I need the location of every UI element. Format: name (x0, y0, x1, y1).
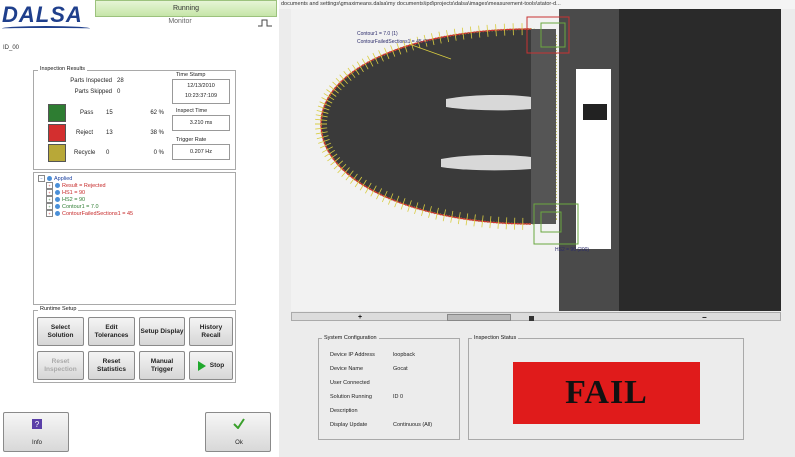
expand-icon[interactable]: + (46, 196, 53, 203)
display-update-value: Continuous (All) (393, 422, 433, 428)
node-icon (55, 211, 60, 216)
contour-label: Contour1 = 7.0 (1) (357, 31, 398, 37)
device-name-label: Device Name (330, 366, 364, 372)
info-label: Info (31, 440, 42, 446)
parts-skipped-label: Parts Skipped (74, 89, 112, 95)
play-icon (197, 360, 206, 371)
edit-tolerances-button[interactable]: Edit Tolerances (88, 317, 135, 346)
runtime-setup-title: Runtime Setup (38, 306, 79, 312)
inspect-time-label: Inspect Time (176, 108, 208, 114)
tree-item-contour-failed[interactable]: + ContourFailedSections1 = 45 (38, 210, 133, 217)
device-ip-value: loopback (393, 352, 416, 358)
description-value (393, 408, 458, 416)
recycle-swatch (48, 144, 66, 162)
recycle-percent: 0 % (153, 150, 164, 156)
tree-container: − Applied + Result = Rejected + HS1 = 90 + H… (38, 175, 133, 217)
tree-item-applied[interactable]: − Applied (38, 175, 133, 182)
node-icon (47, 176, 52, 181)
ok-label: Ok (235, 440, 243, 446)
time-stamp-time: 10:23:37:109 (184, 93, 218, 99)
results-tree[interactable]: − Applied + Result = Rejected + HS1 = 90 + H… (33, 172, 236, 305)
info-icon: ? (32, 419, 42, 429)
user-connected-label: User Connected (330, 380, 370, 386)
device-ip-label: Device IP Address (330, 352, 375, 358)
inspect-time-value: 3.210 ms (189, 120, 213, 126)
zoom-out-icon[interactable]: − (702, 313, 707, 322)
parts-inspected-value: 28 (117, 78, 124, 84)
parts-inspected-label: Parts Inspected (70, 78, 112, 84)
history-recall-button[interactable]: History Recall (189, 317, 233, 346)
image-scroll-bar[interactable] (291, 312, 781, 321)
ok-button[interactable]: Ok (205, 412, 271, 452)
trigger-rate-label: Trigger Rate (176, 137, 207, 143)
reject-label: Reject (76, 130, 94, 136)
contour-tick (503, 23, 506, 36)
display-update-label: Display Update (330, 422, 368, 428)
scroll-thumb[interactable] (447, 314, 511, 321)
node-icon (55, 190, 60, 195)
checkmark-icon (233, 418, 245, 429)
stop-label: Stop (209, 361, 225, 369)
trigger-rate-value: 0.207 Hz (189, 149, 212, 155)
pass-percent: 62 % (150, 110, 164, 116)
pass-count: 15 (106, 110, 113, 116)
tree-item-hs2[interactable]: + HS2 = 90 (38, 196, 133, 203)
hs2-label: HS2 = 90 (200) (555, 247, 589, 253)
pass-swatch (48, 104, 66, 122)
pulse-icon (258, 19, 272, 27)
reject-count: 13 (106, 130, 113, 136)
description-label: Description (330, 408, 358, 414)
system-configuration-title: System Configuration (322, 335, 379, 341)
contour-failed-label: ContourFailedSections1 = 45 (1) (357, 39, 429, 45)
select-solution-button[interactable]: Select Solution (37, 317, 84, 346)
stop-button[interactable]: Stop (189, 351, 233, 380)
fit-icon[interactable] (529, 316, 534, 321)
parts-skipped-value: 0 (117, 89, 121, 95)
recycle-label: Recycle (74, 150, 96, 156)
solution-id: ID_00 (3, 45, 20, 51)
inspection-image-view[interactable]: Contour1 = 7.0 (1) ContourFailedSections… (291, 9, 781, 311)
tree-item-label: ContourFailedSections1 = 45 (62, 210, 134, 217)
zoom-in-icon[interactable]: + (358, 314, 362, 321)
running-status-bar: Running (95, 0, 277, 17)
user-connected-value (393, 380, 458, 388)
reset-inspection-button[interactable]: Reset Inspection (37, 351, 84, 380)
info-button[interactable]: ? Info (3, 412, 69, 452)
manual-trigger-button[interactable]: Manual Trigger (139, 351, 185, 380)
inspection-results-title: Inspection Results (38, 66, 87, 72)
node-icon (55, 204, 60, 209)
solution-running-label: Solution Running (330, 394, 372, 400)
monitor-label: Monitor (168, 18, 192, 25)
time-stamp-label: Time Stamp (176, 72, 206, 78)
inspection-status-title: Inspection Status (472, 335, 519, 341)
svg-text:?: ? (35, 420, 40, 429)
reset-statistics-button[interactable]: Reset Statistics (88, 351, 135, 380)
inspection-image: Contour1 = 7.0 (1) ContourFailedSections… (291, 9, 781, 311)
tree-item-contour1[interactable]: + Contour1 = 7.0 (38, 203, 133, 210)
tree-item-result[interactable]: + Result = Rejected (38, 182, 133, 189)
node-icon (55, 197, 60, 202)
recycle-count: 0 (106, 150, 110, 156)
expand-icon[interactable]: + (46, 189, 53, 196)
tree-item-hs1[interactable]: + HS1 = 90 (38, 189, 133, 196)
image-path-bar: documents and settings\gmaximeans.dalsa\… (279, 0, 795, 9)
collapse-icon[interactable]: − (38, 175, 45, 182)
logo-swoosh (2, 26, 90, 31)
expand-icon[interactable]: + (46, 182, 53, 189)
solution-running-value: ID 0 (393, 394, 404, 400)
expand-icon[interactable]: + (46, 210, 53, 217)
time-stamp-date: 12/13/2010 (187, 83, 215, 89)
device-name-value: Gocat (393, 366, 408, 372)
reject-swatch (48, 124, 66, 142)
pass-label: Pass (80, 110, 94, 116)
fail-status-indicator: FAIL (513, 362, 700, 424)
reject-percent: 38 % (150, 130, 164, 136)
setup-display-button[interactable]: Setup Display (139, 317, 185, 346)
expand-icon[interactable]: + (46, 203, 53, 210)
node-icon (55, 183, 60, 188)
